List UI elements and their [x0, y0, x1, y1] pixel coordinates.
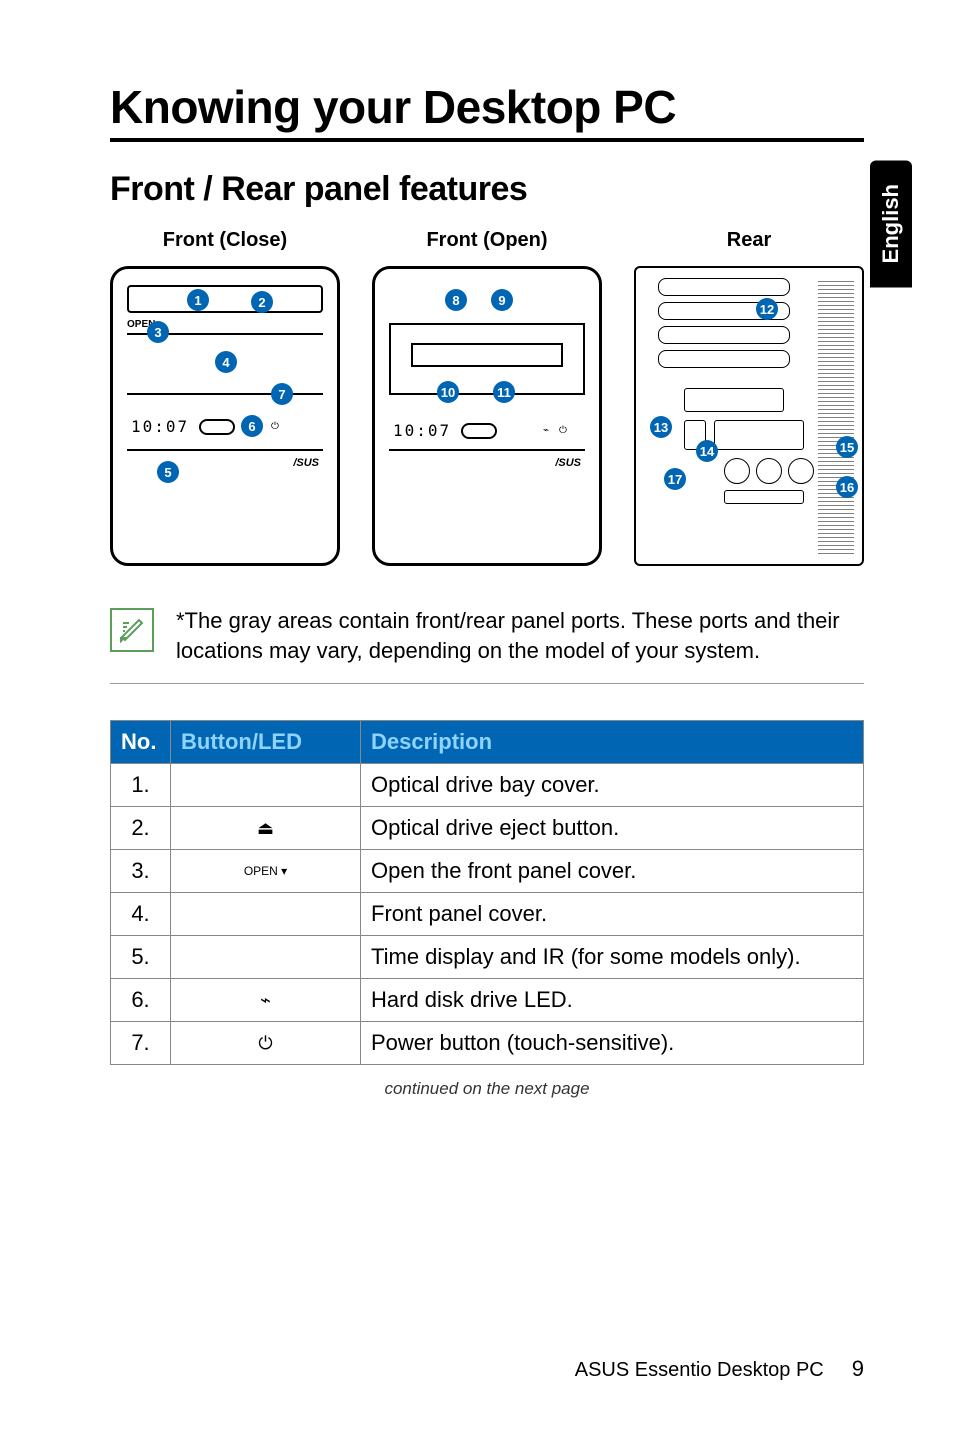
callout-badge: 17 — [664, 468, 686, 490]
table-row: 6. ⌁ Hard disk drive LED. — [111, 979, 864, 1022]
table-row: 2. ⏏ Optical drive eject button. — [111, 807, 864, 850]
cell-desc: Time display and IR (for some models onl… — [361, 936, 864, 979]
callout-badge: 4 — [215, 351, 237, 373]
callout-badge: 13 — [650, 416, 672, 438]
footer-product: ASUS Essentio Desktop PC — [575, 1359, 824, 1382]
cell-button: ⏻ — [171, 1022, 361, 1065]
diagram-front-open: Front (Open) 10:07 ⌁ ⏻ /SUS 8 9 10 11 — [372, 229, 602, 566]
callout-badge: 3 — [147, 321, 169, 343]
cell-no: 1. — [111, 764, 171, 807]
cell-button — [171, 764, 361, 807]
page-title: Knowing your Desktop PC — [110, 80, 864, 142]
diagram-rear: Rear 12 13 — [634, 229, 864, 566]
page-footer: ASUS Essentio Desktop PC 9 — [575, 1356, 864, 1382]
callout-badge: 12 — [756, 298, 778, 320]
note-icon — [110, 608, 154, 652]
diagram-label: Front (Close) — [163, 229, 287, 252]
th-button: Button/LED — [171, 721, 361, 764]
cell-button — [171, 893, 361, 936]
cell-button — [171, 936, 361, 979]
cell-desc: Open the front panel cover. — [361, 850, 864, 893]
language-tab: English — [870, 160, 912, 287]
time-display: 10:07 — [393, 421, 451, 440]
callout-badge: 11 — [493, 381, 515, 403]
table-row: 3. OPEN ▾ Open the front panel cover. — [111, 850, 864, 893]
time-display: 10:07 — [131, 417, 189, 436]
th-no: No. — [111, 721, 171, 764]
diagram-row: Front (Close) OPEN 10:07 ⌁ ⏻ /SUS 1 2 3 … — [110, 229, 864, 566]
cell-no: 2. — [111, 807, 171, 850]
callout-badge: 2 — [251, 291, 273, 313]
callout-badge: 8 — [445, 289, 467, 311]
logo-text: /SUS — [555, 457, 581, 469]
note-block: *The gray areas contain front/rear panel… — [110, 606, 864, 684]
callout-badge: 10 — [437, 381, 459, 403]
diagram-box: OPEN 10:07 ⌁ ⏻ /SUS 1 2 3 4 5 6 7 — [110, 266, 340, 566]
diagram-front-close: Front (Close) OPEN 10:07 ⌁ ⏻ /SUS 1 2 3 … — [110, 229, 340, 566]
continued-note: continued on the next page — [110, 1079, 864, 1099]
footer-page-number: 9 — [852, 1356, 864, 1382]
cell-no: 5. — [111, 936, 171, 979]
section-heading: Front / Rear panel features — [110, 170, 864, 209]
cell-button: ⏏ — [171, 807, 361, 850]
table-row: 4. Front panel cover. — [111, 893, 864, 936]
th-description: Description — [361, 721, 864, 764]
callout-badge: 14 — [696, 440, 718, 462]
callout-badge: 5 — [157, 461, 179, 483]
table-row: 1. Optical drive bay cover. — [111, 764, 864, 807]
table-row: 7. ⏻ Power button (touch-sensitive). — [111, 1022, 864, 1065]
cell-no: 3. — [111, 850, 171, 893]
features-table: No. Button/LED Description 1. Optical dr… — [110, 720, 864, 1065]
cell-desc: Hard disk drive LED. — [361, 979, 864, 1022]
callout-badge: 9 — [491, 289, 513, 311]
cell-desc: Optical drive bay cover. — [361, 764, 864, 807]
callout-badge: 6 — [241, 415, 263, 437]
diagram-box: 10:07 ⌁ ⏻ /SUS 8 9 10 11 — [372, 266, 602, 566]
cell-no: 4. — [111, 893, 171, 936]
callout-badge: 1 — [187, 289, 209, 311]
cell-desc: Power button (touch-sensitive). — [361, 1022, 864, 1065]
cell-button: ⌁ — [171, 979, 361, 1022]
cell-no: 7. — [111, 1022, 171, 1065]
table-row: 5. Time display and IR (for some models … — [111, 936, 864, 979]
cell-button: OPEN ▾ — [171, 850, 361, 893]
diagram-box: 12 13 14 15 16 17 — [634, 266, 864, 566]
cell-no: 6. — [111, 979, 171, 1022]
callout-badge: 7 — [271, 383, 293, 405]
note-text: *The gray areas contain front/rear panel… — [176, 606, 864, 665]
callout-badge: 16 — [836, 476, 858, 498]
cell-desc: Optical drive eject button. — [361, 807, 864, 850]
diagram-label: Rear — [727, 229, 771, 252]
callout-badge: 15 — [836, 436, 858, 458]
logo-text: /SUS — [293, 457, 319, 469]
diagram-label: Front (Open) — [426, 229, 547, 252]
cell-desc: Front panel cover. — [361, 893, 864, 936]
